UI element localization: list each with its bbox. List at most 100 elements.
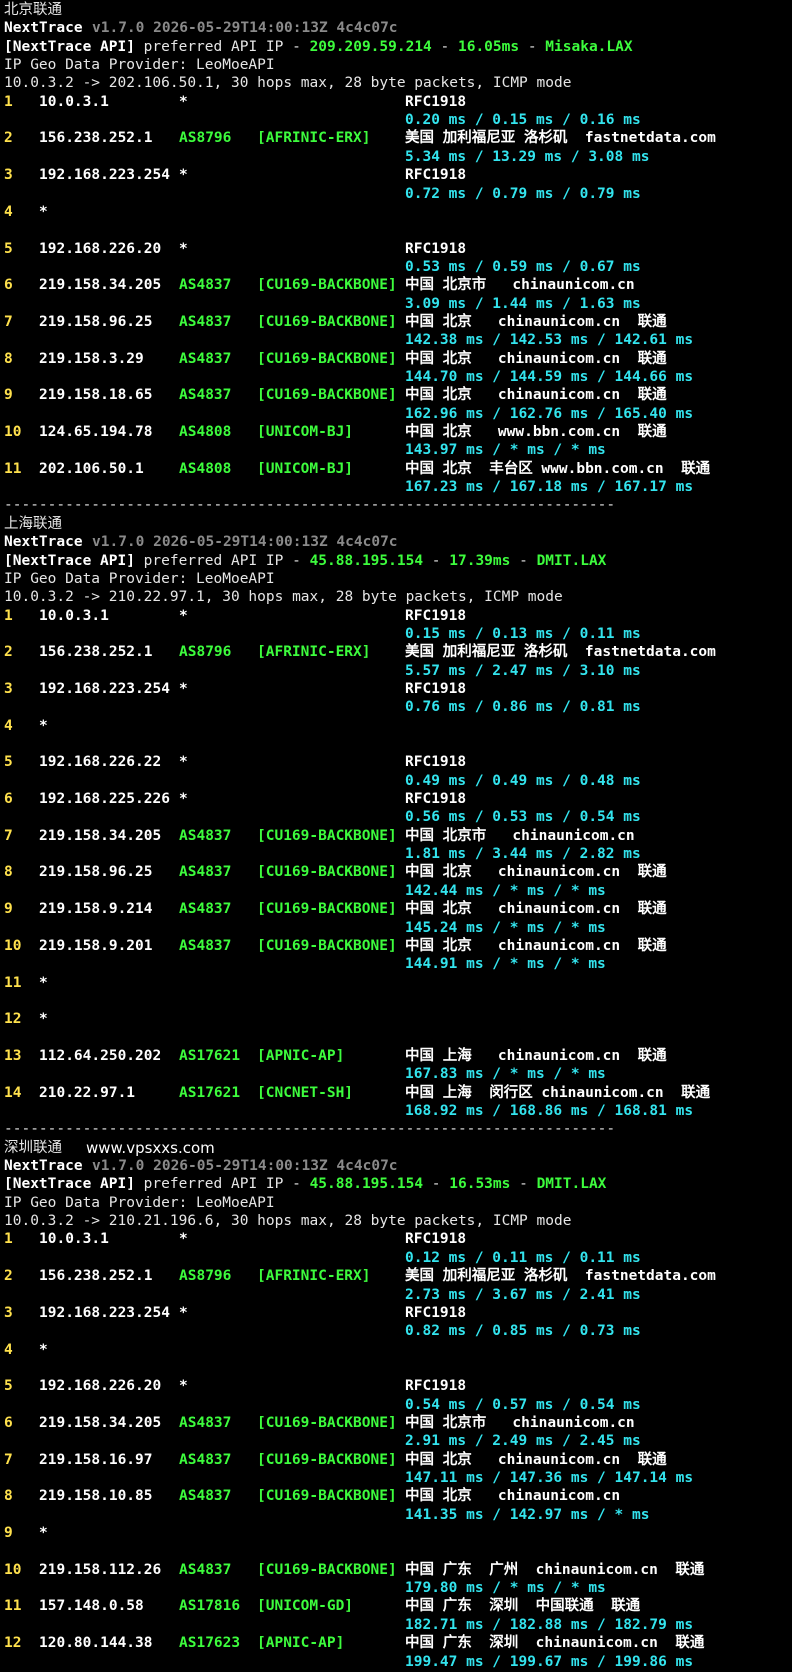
hop-number: 7 — [4, 1452, 13, 1468]
hop-rtt: 168.92 ms / 168.86 ms / 168.81 ms — [405, 1103, 694, 1119]
hop-ip: * — [39, 975, 48, 991]
watermark-site: www.vpsxxs.com — [86, 1139, 215, 1157]
api-sep: - — [431, 39, 458, 55]
hop-asn: AS17621 — [179, 1085, 241, 1101]
api-sep: - — [423, 1176, 450, 1192]
hop-ip: * — [39, 1525, 48, 1541]
hop-ip: 10.0.3.1 — [39, 1231, 109, 1247]
hop-geo: RFC1918 — [405, 167, 467, 183]
nexttrace-label: NextTrace — [4, 1158, 83, 1174]
hop-asn: * — [179, 241, 188, 257]
hop-asn: * — [179, 681, 188, 697]
hop-geo: RFC1918 — [405, 1231, 467, 1247]
hop-number: 5 — [4, 754, 13, 770]
api-node: Misaka.LAX — [545, 39, 633, 55]
hop-ip: 192.168.225.226 — [39, 791, 170, 807]
api-ip: 45.88.195.154 — [309, 553, 424, 569]
api-preferred-text: preferred API IP - — [134, 39, 310, 55]
hop-geo: 中国 广东 广州 chinaunicom.cn 联通 — [405, 1562, 705, 1578]
hop-tag: [AFRINIC-ERX] — [257, 1268, 371, 1284]
hop-asn: AS4837 — [179, 864, 232, 880]
hop-number: 5 — [4, 1378, 13, 1394]
hop-ip: 219.158.9.214 — [39, 901, 153, 917]
hop-rtt: 0.49 ms / 0.49 ms / 0.48 ms — [405, 773, 641, 789]
hop-tag: [UNICOM-BJ] — [257, 461, 354, 477]
hop-geo: 美国 加利福尼亚 洛杉矶 fastnetdata.com — [405, 130, 716, 146]
api-sep: - — [510, 1176, 537, 1192]
hop-ip: 210.22.97.1 — [39, 1085, 136, 1101]
hop-ip: 192.168.223.254 — [39, 681, 170, 697]
hop-asn: AS17621 — [179, 1048, 241, 1064]
hop-number: 4 — [4, 718, 13, 734]
hop-tag: [CU169-BACKBONE] — [257, 828, 397, 844]
hop-asn: * — [179, 1378, 188, 1394]
version-string: v1.7.0 2026-05-29T14:00:13Z 4c4c07c — [92, 1158, 398, 1174]
hop-ip: * — [39, 204, 48, 220]
hop-rtt: 0.76 ms / 0.86 ms / 0.81 ms — [405, 699, 641, 715]
hop-rtt: 144.91 ms / * ms / * ms — [405, 956, 606, 972]
hop-geo: RFC1918 — [405, 681, 467, 697]
api-latency: 17.39ms — [449, 553, 511, 569]
hop-number: 5 — [4, 241, 13, 257]
hop-asn: * — [179, 167, 188, 183]
hop-geo: 中国 上海 chinaunicom.cn 联通 — [405, 1048, 667, 1064]
hop-asn: AS4808 — [179, 424, 232, 440]
hop-ip: 219.158.96.25 — [39, 864, 153, 880]
hop-asn: AS8796 — [179, 1268, 232, 1284]
hop-geo: 美国 加利福尼亚 洛杉矶 fastnetdata.com — [405, 644, 716, 660]
hop-tag: [CU169-BACKBONE] — [257, 901, 397, 917]
hop-number: 9 — [4, 901, 13, 917]
hop-asn: AS4837 — [179, 828, 232, 844]
hop-rtt: 144.70 ms / 144.59 ms / 144.66 ms — [405, 369, 694, 385]
hop-rtt: 0.53 ms / 0.59 ms / 0.67 ms — [405, 259, 641, 275]
hop-geo: 中国 北京市 chinaunicom.cn — [405, 828, 635, 844]
api-preferred-text: preferred API IP - — [134, 1176, 310, 1192]
api-info: [NextTrace API] preferred API IP - 45.88… — [4, 552, 606, 571]
hop-ip: 192.168.223.254 — [39, 167, 170, 183]
hop-geo: 中国 北京 chinaunicom.cn — [405, 1488, 621, 1504]
hop-tag: [CU169-BACKBONE] — [257, 277, 397, 293]
api-latency: 16.53ms — [449, 1176, 511, 1192]
hop-number: 9 — [4, 387, 13, 403]
hop-asn: AS8796 — [179, 130, 232, 146]
api-node: DMIT.LAX — [536, 1176, 607, 1192]
hop-geo: 中国 北京 chinaunicom.cn 联通 — [405, 387, 667, 403]
hop-tag: [CU169-BACKBONE] — [257, 387, 397, 403]
hop-tag: [CU169-BACKBONE] — [257, 1415, 397, 1431]
api-sep: - — [423, 553, 450, 569]
hop-ip: 192.168.226.20 — [39, 241, 162, 257]
section-title-text: 北京联通 — [4, 2, 62, 18]
hop-tag: [CU169-BACKBONE] — [257, 351, 397, 367]
separator-dashes: ----------------------------------------… — [4, 497, 616, 513]
api-ip: 45.88.195.154 — [309, 1176, 424, 1192]
hop-ip: 120.80.144.38 — [39, 1635, 153, 1651]
hop-ip: 219.158.3.29 — [39, 351, 144, 367]
hop-number: 10 — [4, 1562, 22, 1578]
hop-number: 2 — [4, 644, 13, 660]
hop-ip: 219.158.18.65 — [39, 387, 153, 403]
trace-header-text: 10.0.3.2 -> 210.22.97.1, 30 hops max, 28… — [4, 589, 563, 605]
hop-geo: RFC1918 — [405, 1305, 467, 1321]
separator-dashes: ----------------------------------------… — [4, 1121, 616, 1137]
hop-tag: [CU169-BACKBONE] — [257, 864, 397, 880]
hop-ip: * — [39, 1342, 48, 1358]
hop-geo: RFC1918 — [405, 608, 467, 624]
hop-rtt: 179.80 ms / * ms / * ms — [405, 1580, 606, 1596]
section-title-text: 上海联通 — [4, 516, 62, 532]
hop-rtt: 142.44 ms / * ms / * ms — [405, 883, 606, 899]
hop-ip: 192.168.223.254 — [39, 1305, 170, 1321]
hop-ip: 219.158.34.205 — [39, 828, 162, 844]
hop-tag: [APNIC-AP] — [257, 1048, 345, 1064]
geo-provider-text: IP Geo Data Provider: LeoMoeAPI — [4, 57, 275, 73]
hop-rtt: 0.56 ms / 0.53 ms / 0.54 ms — [405, 809, 641, 825]
api-label: [NextTrace API] — [4, 553, 135, 569]
hop-tag: [CU169-BACKBONE] — [257, 938, 397, 954]
hop-ip: 112.64.250.202 — [39, 1048, 162, 1064]
hop-tag: [UNICOM-BJ] — [257, 424, 354, 440]
hop-geo: RFC1918 — [405, 94, 467, 110]
hop-ip: 156.238.252.1 — [39, 130, 153, 146]
api-info: [NextTrace API] preferred API IP - 209.2… — [4, 38, 633, 57]
api-node: DMIT.LAX — [536, 553, 607, 569]
hop-asn: AS4837 — [179, 351, 232, 367]
hop-geo: 中国 北京 chinaunicom.cn 联通 — [405, 314, 667, 330]
